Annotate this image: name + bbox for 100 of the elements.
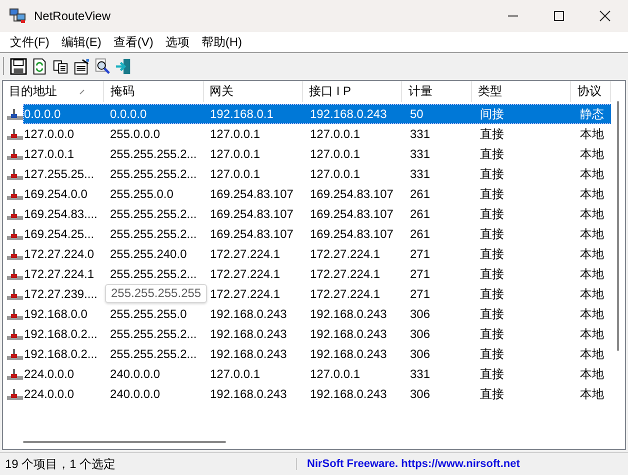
table-cell: 255.255.0.0 bbox=[110, 187, 174, 201]
copy-icon[interactable] bbox=[52, 58, 69, 74]
network-icon bbox=[9, 8, 27, 24]
table-row[interactable]: 127.0.0.0 255.0.0.0 127.0.0.1 127.0.0.1 331 直接 本地 bbox=[23, 124, 611, 144]
route-icon bbox=[7, 228, 23, 240]
route-icon bbox=[7, 368, 23, 380]
table-cell: 本地 bbox=[580, 366, 604, 382]
table-cell: 172.27.224.1 bbox=[210, 267, 280, 281]
menu-item[interactable]: 查看(V) bbox=[107, 34, 160, 50]
route-icon bbox=[7, 348, 23, 360]
table-row[interactable]: 0.0.0.0 0.0.0.0 192.168.0.1 192.168.0.243 50 间接 静态 bbox=[23, 104, 611, 124]
refresh-icon[interactable] bbox=[31, 58, 48, 74]
table-cell: 本地 bbox=[580, 246, 604, 262]
website-link[interactable]: NirSoft Freeware. https://www.nirsoft.net bbox=[296, 458, 520, 470]
scrollbar-thumb[interactable] bbox=[23, 441, 226, 443]
table-cell: 169.254.83.107 bbox=[310, 207, 394, 221]
table-cell: 169.254.25... bbox=[24, 227, 94, 241]
table-cell: 本地 bbox=[580, 126, 604, 142]
window-title: NetRouteView bbox=[34, 9, 110, 23]
table-cell: 172.27.224.0 bbox=[24, 247, 94, 261]
table-cell: 直接 bbox=[480, 126, 504, 142]
menu-item[interactable]: 编辑(E) bbox=[55, 34, 108, 50]
table-cell: 255.255.255.2... bbox=[110, 227, 197, 241]
table-row[interactable]: 169.254.0.0 255.255.0.0 169.254.83.107 169.254.83.107 261 直接 本地 bbox=[23, 184, 611, 204]
sort-icon bbox=[79, 88, 85, 94]
exit-icon[interactable] bbox=[115, 58, 132, 74]
table-cell: 127.255.25... bbox=[24, 167, 94, 181]
properties-icon[interactable] bbox=[73, 58, 90, 74]
table-cell: 331 bbox=[410, 367, 430, 381]
table-cell: 127.0.0.1 bbox=[210, 167, 260, 181]
table-cell: 261 bbox=[410, 227, 430, 241]
table-cell: 271 bbox=[410, 287, 430, 301]
table-row[interactable]: 169.254.83.... 255.255.255.2... 169.254.83.107 169.254.83.107 261 直接 本地 bbox=[23, 204, 611, 224]
table-cell: 306 bbox=[410, 327, 430, 341]
scrollbar-thumb[interactable] bbox=[617, 101, 619, 351]
route-icon bbox=[7, 288, 23, 300]
menu-item[interactable]: 选项 bbox=[159, 34, 196, 50]
table-cell: 直接 bbox=[480, 286, 504, 302]
menu-item[interactable]: 文件(F) bbox=[4, 34, 56, 50]
table-row[interactable]: 169.254.25... 255.255.255.2... 169.254.83.107 169.254.83.107 261 直接 本地 bbox=[23, 224, 611, 244]
table-cell: 直接 bbox=[480, 186, 504, 202]
table-cell: 240.0.0.0 bbox=[110, 387, 160, 401]
table-cell: 224.0.0.0 bbox=[24, 387, 74, 401]
column-header[interactable]: 网关 bbox=[204, 81, 304, 102]
table-cell: 172.27.239.... bbox=[24, 287, 98, 301]
route-icon bbox=[7, 128, 23, 140]
table-cell: 331 bbox=[410, 127, 430, 141]
table-cell: 169.254.83.107 bbox=[310, 187, 394, 201]
table-cell: 直接 bbox=[480, 346, 504, 362]
route-icon bbox=[7, 108, 23, 120]
table-cell: 192.168.0.0 bbox=[24, 307, 88, 321]
table-cell: 192.168.0.2... bbox=[24, 347, 98, 361]
table-cell: 271 bbox=[410, 247, 430, 261]
table-cell: 本地 bbox=[580, 306, 604, 322]
menu-item[interactable]: 帮助(H) bbox=[195, 34, 248, 50]
table-cell: 127.0.0.1 bbox=[310, 147, 360, 161]
table-cell: 静态 bbox=[580, 106, 604, 122]
table-cell: 直接 bbox=[480, 386, 504, 402]
table-cell: 0.0.0.0 bbox=[24, 107, 61, 121]
table-cell: 127.0.0.1 bbox=[24, 147, 74, 161]
table-cell: 本地 bbox=[580, 346, 604, 362]
table-cell: 271 bbox=[410, 267, 430, 281]
find-icon[interactable] bbox=[94, 58, 111, 74]
route-icon bbox=[7, 328, 23, 340]
table-cell: 本地 bbox=[580, 226, 604, 242]
table-cell: 192.168.0.243 bbox=[310, 307, 387, 321]
table-cell: 255.0.0.0 bbox=[110, 127, 160, 141]
table-cell: 50 bbox=[410, 107, 424, 121]
table-row[interactable]: 172.27.239.... 255.255.255.255 172.27.224.1 172.27.224.1 271 直接 本地 bbox=[23, 284, 611, 304]
table-row[interactable]: 192.168.0.0 255.255.255.0 192.168.0.243 192.168.0.243 306 直接 本地 bbox=[23, 304, 611, 324]
table-cell: 127.0.0.1 bbox=[310, 127, 360, 141]
save-icon[interactable] bbox=[10, 58, 27, 74]
table-cell: 331 bbox=[410, 147, 430, 161]
table-row[interactable]: 224.0.0.0 240.0.0.0 192.168.0.243 192.168.0.243 306 直接 本地 bbox=[23, 384, 611, 404]
table-cell: 255.255.255.2... bbox=[110, 167, 197, 181]
table-cell: 255.255.255.0 bbox=[110, 307, 187, 321]
table-cell: 261 bbox=[410, 207, 430, 221]
table-cell: 306 bbox=[410, 387, 430, 401]
table-cell: 本地 bbox=[580, 286, 604, 302]
table-cell: 255.255.255.2... bbox=[110, 207, 197, 221]
table-cell: 直接 bbox=[480, 306, 504, 322]
table-cell: 127.0.0.1 bbox=[310, 367, 360, 381]
table-cell: 192.168.0.243 bbox=[310, 347, 387, 361]
table-cell: 306 bbox=[410, 307, 430, 321]
route-icon bbox=[7, 188, 23, 200]
table-row[interactable]: 172.27.224.0 255.255.240.0 172.27.224.1 172.27.224.1 271 直接 本地 bbox=[23, 244, 611, 264]
table-cell: 172.27.224.1 bbox=[310, 287, 380, 301]
table-cell: 直接 bbox=[480, 326, 504, 342]
table-cell: 间接 bbox=[480, 106, 504, 122]
table-row[interactable]: 192.168.0.2... 255.255.255.2... 192.168.0.243 192.168.0.243 306 直接 本地 bbox=[23, 324, 611, 344]
table-row[interactable]: 172.27.224.1 255.255.255.2... 172.27.224.1 172.27.224.1 271 直接 本地 bbox=[23, 264, 611, 284]
table-cell: 127.0.0.1 bbox=[210, 127, 260, 141]
table-row[interactable]: 192.168.0.2... 255.255.255.2... 192.168.0.243 192.168.0.243 306 直接 本地 bbox=[23, 344, 611, 364]
table-cell: 192.168.0.2... bbox=[24, 327, 98, 341]
table-row[interactable]: 224.0.0.0 240.0.0.0 127.0.0.1 127.0.0.1 331 直接 本地 bbox=[23, 364, 611, 384]
table-row[interactable]: 127.255.25... 255.255.255.2... 127.0.0.1 127.0.0.1 331 直接 本地 bbox=[23, 164, 611, 184]
table-row[interactable]: 127.0.0.1 255.255.255.2... 127.0.0.1 127.0.0.1 331 直接 本地 bbox=[23, 144, 611, 164]
table-cell: 192.168.0.243 bbox=[310, 327, 387, 341]
table-cell: 127.0.0.1 bbox=[210, 147, 260, 161]
table-cell: 192.168.0.243 bbox=[210, 347, 287, 361]
